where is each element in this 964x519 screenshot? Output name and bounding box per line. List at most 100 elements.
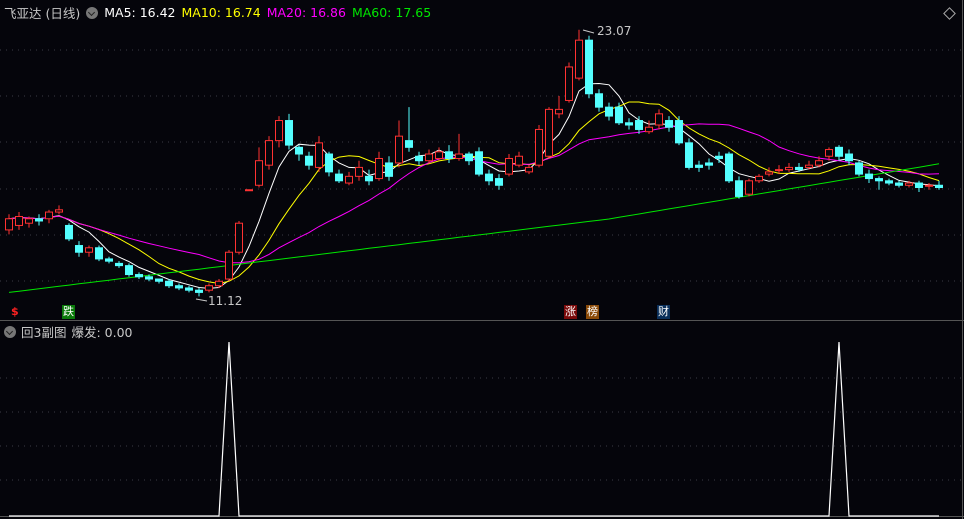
candle-up xyxy=(775,169,783,172)
candle-up xyxy=(315,142,323,168)
candle-down xyxy=(595,93,603,108)
candle-up xyxy=(275,120,283,142)
candle-down xyxy=(715,155,723,159)
candle-down xyxy=(405,140,413,148)
candle-up xyxy=(395,135,403,164)
candle-up xyxy=(505,157,513,175)
candle-up xyxy=(5,218,13,231)
dollar-marker[interactable]: $ xyxy=(10,305,20,319)
candle-down xyxy=(155,278,163,282)
candle-down xyxy=(835,146,843,157)
high-price-label: 23.07 xyxy=(597,24,632,38)
candle-up xyxy=(755,175,763,182)
candle-down xyxy=(875,178,883,182)
high-arrow xyxy=(582,29,595,34)
candle-up xyxy=(355,166,363,177)
candle-down xyxy=(325,153,333,173)
candle-up xyxy=(55,209,63,213)
candle-up xyxy=(655,113,663,126)
candle-up xyxy=(15,216,23,226)
candle-down xyxy=(695,164,703,168)
ma20-line xyxy=(8,123,940,264)
candle-down xyxy=(485,173,493,182)
candle-down xyxy=(285,120,293,146)
candle-up xyxy=(765,171,773,175)
candle-down xyxy=(915,182,923,189)
candle-down xyxy=(495,178,503,186)
ma10-line xyxy=(8,101,940,285)
candle-down xyxy=(115,262,123,267)
burst-line xyxy=(9,341,939,517)
candle-up xyxy=(25,218,33,224)
candle-down xyxy=(95,247,103,260)
candle-down xyxy=(665,120,673,128)
candle-up xyxy=(215,280,223,287)
candle-up xyxy=(825,149,833,157)
candle-down xyxy=(585,39,593,95)
candle-up xyxy=(235,222,243,253)
candle-down xyxy=(125,265,133,276)
candle-up xyxy=(265,140,273,166)
candle-up xyxy=(45,211,53,220)
candle-down xyxy=(145,276,153,280)
candle-down xyxy=(385,162,393,177)
candle-down xyxy=(725,153,733,182)
candle-down xyxy=(735,180,743,197)
candle-up xyxy=(785,166,793,171)
candle-up xyxy=(375,157,383,180)
candle-up xyxy=(545,108,553,157)
candle-up xyxy=(645,126,653,133)
candle-up xyxy=(515,155,523,166)
candle-down xyxy=(415,155,423,162)
sub-chart-header: 回3副图 爆发: 0.00 xyxy=(4,322,132,341)
ma60-line xyxy=(8,163,940,293)
sub-title: 回3副图 xyxy=(21,325,67,340)
candle-up xyxy=(435,151,443,159)
candle-up xyxy=(455,153,463,159)
candle-up xyxy=(525,166,533,173)
candle-down xyxy=(445,151,453,159)
sub-dropdown-icon[interactable] xyxy=(4,325,16,338)
candle-down xyxy=(635,120,643,130)
candle-down xyxy=(685,142,693,168)
candle-down xyxy=(935,184,943,188)
candle-down xyxy=(605,106,613,117)
candle-up xyxy=(905,182,913,186)
candle-down xyxy=(105,258,113,262)
candle-up xyxy=(565,66,573,101)
candle-down xyxy=(475,151,483,175)
candle-down xyxy=(855,162,863,175)
candle-down xyxy=(675,120,683,144)
candle-up xyxy=(815,160,823,166)
candle-down xyxy=(885,180,893,184)
candle-up xyxy=(245,189,253,192)
limit-up-marker[interactable]: 涨 xyxy=(564,305,577,319)
board-marker[interactable]: 榜 xyxy=(586,305,599,319)
ma5-line xyxy=(8,82,940,289)
candle-up xyxy=(575,39,583,79)
candle-down xyxy=(35,218,43,222)
fall-marker[interactable]: 跌 xyxy=(62,305,75,319)
candle-down xyxy=(195,289,203,293)
finance-marker[interactable]: 财 xyxy=(657,305,670,319)
candle-up xyxy=(345,175,353,184)
candle-up xyxy=(925,184,933,187)
candle-down xyxy=(895,182,903,186)
candle-up xyxy=(255,160,263,186)
candle-down xyxy=(705,162,713,166)
kline-chart xyxy=(0,0,964,519)
candle-up xyxy=(205,285,213,291)
candle-down xyxy=(295,146,303,155)
candle-down xyxy=(845,153,853,162)
candle-down xyxy=(335,173,343,182)
candle-down xyxy=(625,122,633,126)
candle-down xyxy=(465,153,473,162)
candle-up xyxy=(85,247,93,253)
candle-down xyxy=(75,245,83,253)
candle-down xyxy=(65,224,73,240)
candle-down xyxy=(795,166,803,171)
candle-down xyxy=(615,106,623,124)
candle-down xyxy=(135,274,143,278)
candle-down xyxy=(165,280,173,287)
burst-value: 爆发: 0.00 xyxy=(71,325,133,340)
